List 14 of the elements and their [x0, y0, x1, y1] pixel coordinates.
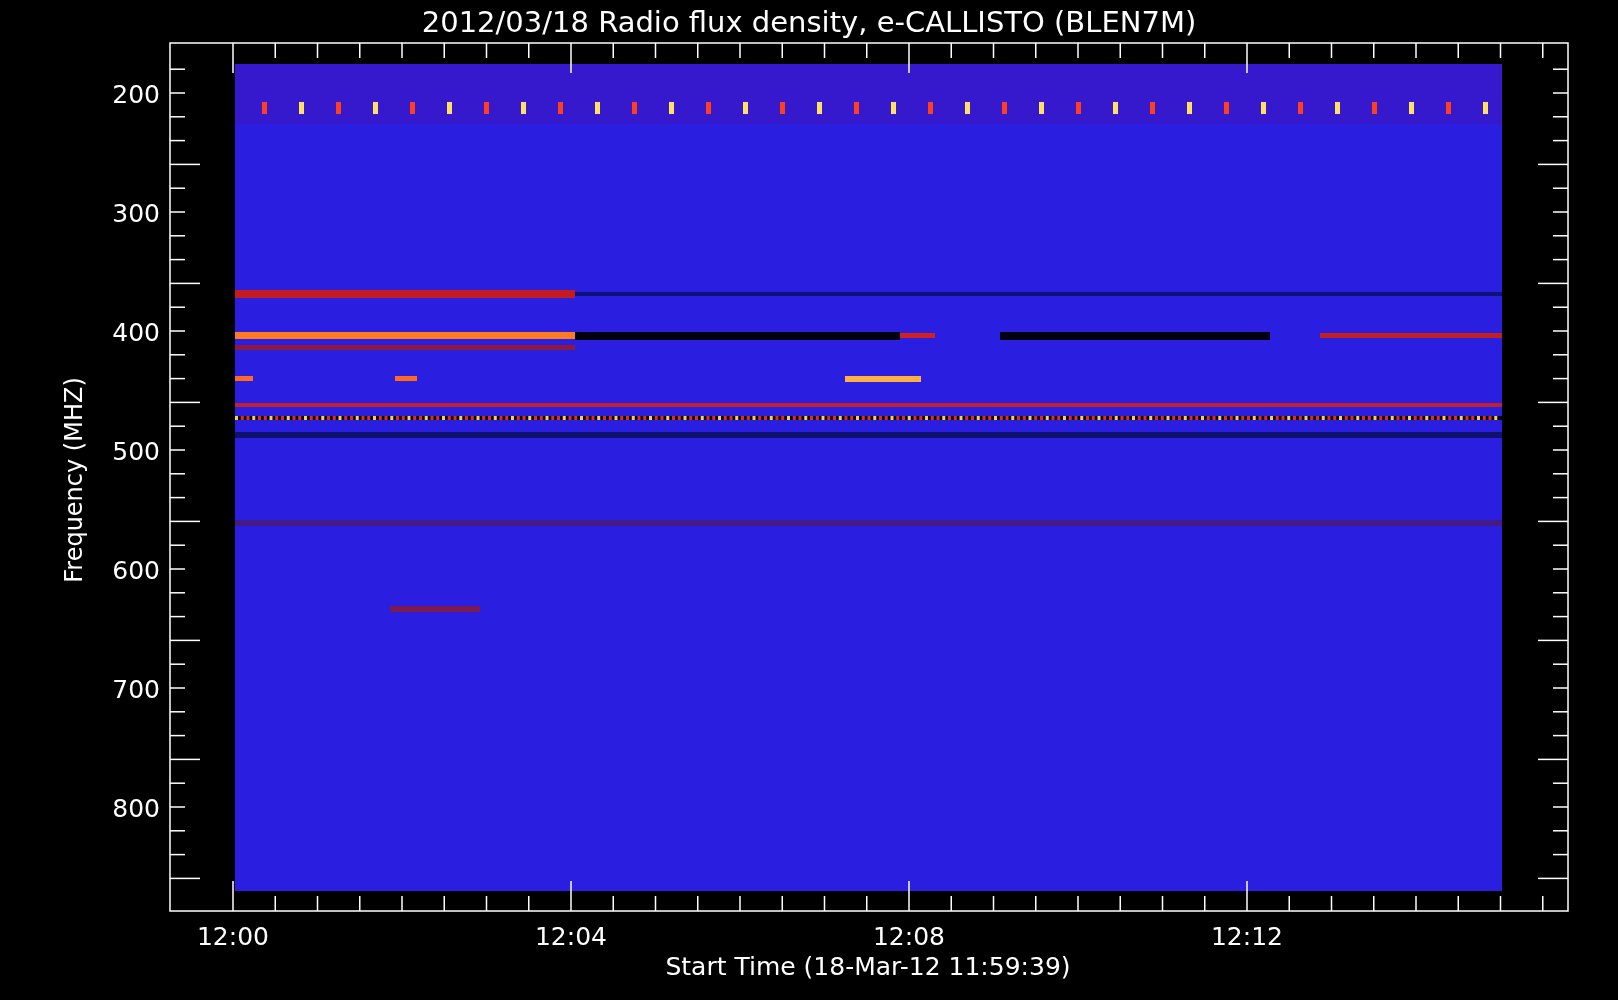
y-tick-label: 500 [112, 437, 160, 466]
x-axis-title: Start Time (18-Mar-12 11:59:39) [665, 952, 1071, 981]
x-tick-label: 12:08 [873, 922, 945, 951]
x-tick-label: 12:00 [197, 922, 269, 951]
y-tick-label: 200 [112, 80, 160, 109]
x-tick-label: 12:12 [1211, 922, 1283, 951]
y-tick-label: 400 [112, 318, 160, 347]
y-tick-label: 800 [112, 794, 160, 823]
y-tick-label: 300 [112, 199, 160, 228]
chart-title: 2012/03/18 Radio flux density, e-CALLISTO (BLEN7M) [421, 5, 1197, 39]
x-tick-label: 12:04 [535, 922, 607, 951]
y-tick-label: 600 [112, 556, 160, 585]
y-tick-label: 700 [112, 675, 160, 704]
y-axis-title: Frequency (MHZ) [60, 377, 88, 583]
